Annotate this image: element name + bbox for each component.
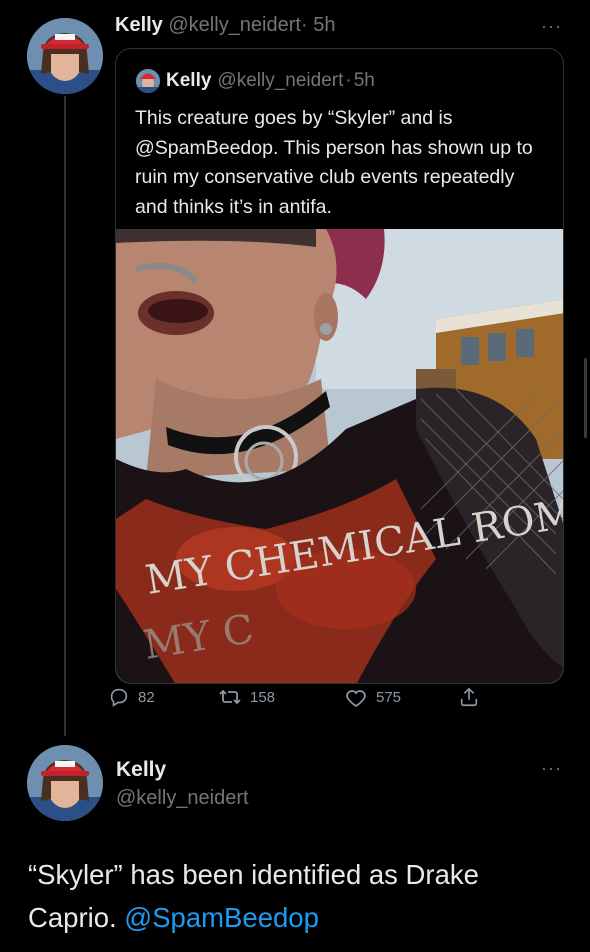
tweet-time[interactable]: 5h [313, 14, 335, 36]
tweet-header: Kelly @kelly_neidert· 5h [115, 14, 335, 37]
quoted-avatar [136, 69, 160, 93]
quoted-tweet-photo[interactable]: MY CHEMICAL ROMANCE MY C [116, 229, 563, 683]
avatar-image [136, 69, 160, 93]
reply-count: 82 [138, 688, 155, 706]
avatar[interactable] [27, 745, 103, 821]
quoted-tweet-card[interactable]: Kelly @kelly_neidert · 5h This creature g… [115, 48, 564, 684]
quoted-tweet-text: This creature goes by “Skyler” and is @S… [135, 107, 533, 218]
author-name[interactable]: Kelly [115, 14, 163, 36]
more-options-icon[interactable]: ··· [541, 16, 562, 37]
heart-icon [344, 686, 368, 708]
like-button[interactable]: 575 [344, 686, 401, 708]
author-name[interactable]: Kelly [116, 758, 166, 782]
photo-image: MY CHEMICAL ROMANCE MY C [116, 229, 563, 683]
separator-dot: · [300, 14, 308, 36]
tweet-action-bar: 82 158 575 [108, 686, 488, 710]
share-button[interactable] [458, 686, 480, 708]
like-count: 575 [376, 688, 402, 706]
mention-link[interactable]: @SpamBeedop [124, 902, 319, 933]
retweet-count: 158 [250, 688, 276, 706]
retweet-icon [218, 686, 242, 708]
avatar[interactable] [27, 18, 103, 94]
share-icon [458, 686, 480, 708]
reply-button[interactable]: 82 [108, 686, 155, 708]
quoted-tweet-time: 5h [353, 70, 375, 91]
quoted-author-handle: @kelly_neidert [217, 70, 344, 91]
separator-dot: · [345, 70, 352, 91]
quoted-tweet-header: Kelly @kelly_neidert · 5h [136, 69, 375, 93]
avatar-image [27, 18, 103, 94]
thread-connector-line [64, 96, 66, 736]
more-options-icon[interactable]: ··· [541, 758, 562, 779]
author-handle[interactable]: @kelly_neidert [168, 14, 301, 36]
tweet-text: “Skyler” has been identified as Drake Ca… [28, 853, 568, 939]
quoted-author-name: Kelly [166, 70, 212, 91]
reply-icon [108, 686, 130, 708]
scrollbar[interactable] [584, 358, 587, 438]
retweet-button[interactable]: 158 [218, 686, 275, 708]
avatar-image [27, 745, 103, 821]
author-handle[interactable]: @kelly_neidert [116, 787, 249, 810]
